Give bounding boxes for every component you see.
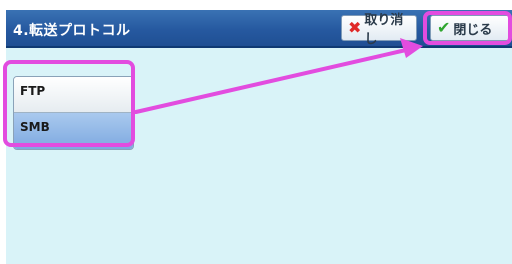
annotation-arrow <box>134 38 423 114</box>
